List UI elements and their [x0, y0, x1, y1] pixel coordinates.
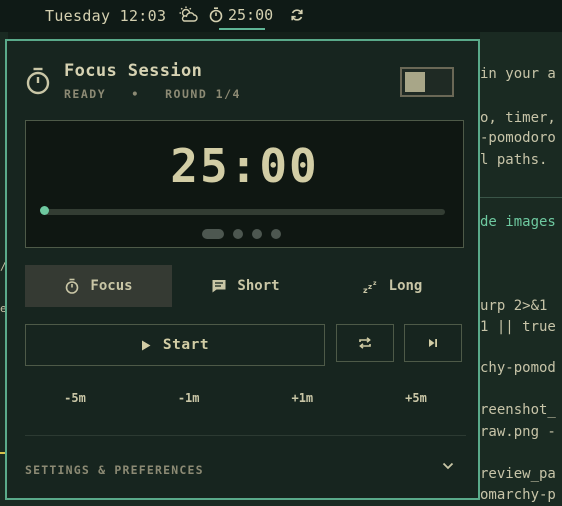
reset-button[interactable]: [336, 324, 394, 362]
active-indicator: [219, 28, 265, 30]
time-adjustments: -5m -1m +1m +5m: [25, 391, 466, 405]
start-button[interactable]: Start: [25, 324, 325, 366]
round-dot: [252, 229, 262, 239]
round-dot: [271, 229, 281, 239]
repeat-icon: [359, 337, 371, 349]
tab-long[interactable]: z z z Long: [319, 265, 466, 307]
progress-track: [44, 209, 445, 215]
settings-toggle[interactable]: SETTINGS & PREFERENCES: [25, 463, 204, 477]
play-icon: [141, 340, 151, 350]
terminal-line: 1 || true: [480, 319, 556, 335]
tab-label: Short: [237, 278, 280, 294]
topbar-timer-value: 25:00: [228, 6, 274, 24]
stopwatch-icon: [209, 7, 223, 23]
adjust-minus-1[interactable]: -1m: [139, 391, 239, 405]
terminal-separator: [480, 197, 562, 198]
chevron-down-icon[interactable]: [441, 461, 455, 471]
stopwatch-icon: [66, 278, 79, 294]
terminal-line: de images: [480, 214, 556, 230]
terminal-line: o, timer,: [480, 110, 556, 126]
stopwatch-icon: [26, 67, 50, 95]
chat-icon: [212, 280, 226, 293]
mode-tabs: Focus Short z z z Long: [25, 265, 466, 307]
terminal-line: -pomodoro: [480, 130, 556, 146]
session-toggle[interactable]: [400, 67, 454, 97]
adjust-plus-1[interactable]: +1m: [252, 391, 352, 405]
terminal-line: in your a: [480, 66, 556, 82]
svg-text:z: z: [373, 280, 377, 287]
round-dot: [233, 229, 243, 239]
skip-button[interactable]: [404, 324, 462, 362]
tab-focus[interactable]: Focus: [25, 265, 172, 307]
terminal-line: omarchy-p: [480, 487, 556, 503]
round-text: ROUND 1/4: [165, 87, 241, 101]
timer-value: 25:00: [170, 139, 319, 193]
terminal-line: review_pa: [480, 466, 556, 482]
refresh-icon[interactable]: [290, 8, 304, 22]
pomodoro-panel: Focus Session READY • ROUND 1/4 25:00 Fo…: [5, 39, 480, 500]
clock[interactable]: Tuesday 12:03: [45, 7, 166, 25]
top-bar: Tuesday 12:03 25:00: [0, 0, 562, 32]
tab-label: Focus: [90, 278, 133, 294]
timer-display: 25:00: [25, 120, 464, 248]
status-text: READY: [64, 87, 107, 101]
skip-next-icon: [429, 339, 437, 347]
round-dot: [202, 229, 224, 239]
tab-short[interactable]: Short: [172, 265, 319, 307]
round-indicator: [202, 229, 281, 239]
start-label: Start: [162, 337, 210, 353]
partly-cloudy-icon[interactable]: [178, 6, 198, 24]
tab-label: Long: [388, 278, 423, 294]
terminal-line: chy-pomod: [480, 360, 556, 376]
terminal-line: reenshot_: [480, 402, 556, 418]
sleep-zzz-icon: z z z: [363, 280, 377, 294]
toggle-knob: [405, 72, 425, 92]
terminal-line: urp 2>&1: [480, 298, 548, 314]
panel-title: Focus Session: [64, 61, 203, 81]
terminal-line: raw.png -: [480, 424, 556, 440]
terminal-line: l paths.: [480, 152, 548, 168]
session-status: READY • ROUND 1/4: [64, 87, 241, 101]
progress-handle: [40, 206, 49, 215]
adjust-minus-5[interactable]: -5m: [25, 391, 125, 405]
divider: [25, 435, 466, 436]
topbar-timer[interactable]: 25:00: [209, 6, 273, 24]
background-terminal: in your a o, timer, -pomodoro l paths. d…: [480, 32, 562, 506]
adjust-plus-5[interactable]: +5m: [366, 391, 466, 405]
svg-text:z: z: [368, 283, 372, 291]
status-separator: •: [131, 87, 140, 101]
